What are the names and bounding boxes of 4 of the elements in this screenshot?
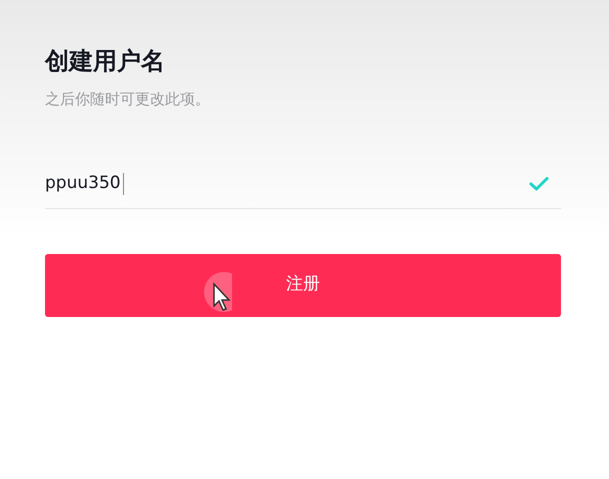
username-field[interactable]: ppuu350 (45, 160, 561, 208)
register-button[interactable]: 注册 (45, 254, 561, 316)
page-title: 创建用户名 (45, 46, 165, 77)
subtitle: 之后你随时可更改此项。 (45, 89, 210, 110)
